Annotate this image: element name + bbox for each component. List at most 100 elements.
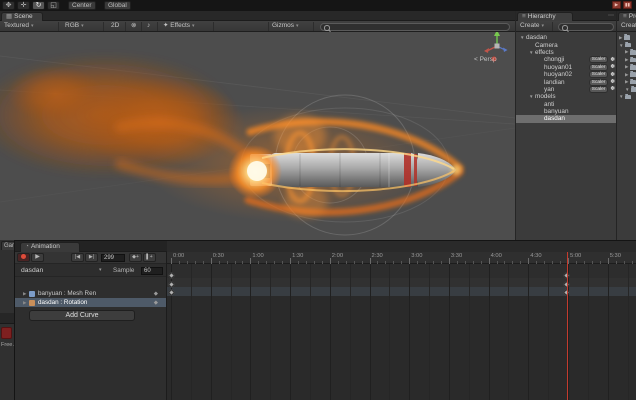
animation-left-column: ▶ |◀ ▶| 299 ◆+ ▌+ dasdan ▾ Sample 60 ▶ba…	[15, 252, 167, 400]
hierarchy-item-chongji[interactable]: chongjiScaler✽	[516, 56, 616, 63]
hierarchy-item-Camera[interactable]: Camera	[516, 41, 616, 48]
gizmos-dropdown[interactable]: Gizmos▾	[268, 22, 314, 31]
hierarchy-item-dasdan[interactable]: ▼dasdan	[516, 34, 616, 41]
hierarchy-item-banyuan[interactable]: banyuan	[516, 108, 616, 115]
animation-timeline[interactable]: 0:000:301:001:302:002:303:003:304:004:30…	[167, 241, 636, 400]
next-keyframe-button[interactable]: ▶|	[85, 253, 98, 262]
pivot-toggle-button[interactable]: Center	[68, 1, 96, 10]
add-keyframe-button[interactable]: ◆+	[129, 253, 142, 262]
hierarchy-search-input[interactable]	[558, 23, 614, 31]
hierarchy-tabstrip: ≡Hierarchy ⋯	[516, 11, 616, 21]
scene-search-input[interactable]	[320, 23, 510, 31]
hierarchy-item-anti[interactable]: anti	[516, 101, 616, 108]
scaler-badge[interactable]: Scaler	[589, 64, 609, 71]
grid-major-line	[250, 264, 251, 400]
2d-toggle-button[interactable]: 2D	[108, 22, 126, 31]
project-create-dropdown[interactable]: Create	[618, 22, 636, 31]
panel-menu-icon[interactable]: ⋯	[608, 12, 614, 19]
folder-icon	[630, 58, 636, 63]
foldout-icon[interactable]: ▶	[625, 72, 628, 78]
ruler-minor-tick	[346, 261, 347, 264]
ruler-label: 3:30	[451, 253, 462, 259]
frame-number-field[interactable]: 299	[101, 254, 125, 262]
scaler-badge[interactable]: Scaler	[589, 56, 609, 63]
sample-rate-field[interactable]: 60	[141, 267, 163, 275]
project-folder-row[interactable]: ▶	[619, 49, 636, 56]
ruler-minor-tick	[298, 261, 299, 264]
playhead[interactable]	[567, 252, 568, 400]
scaler-badge[interactable]: Scaler	[589, 86, 609, 93]
prev-keyframe-button[interactable]: |◀	[71, 253, 84, 262]
tab-animation[interactable]: ◔Animation	[20, 242, 80, 252]
anim-play-button[interactable]: ▶	[31, 253, 44, 262]
ruler-minor-tick	[195, 261, 196, 264]
tab-project[interactable]: ≡Project	[618, 12, 636, 21]
foldout-icon[interactable]: ▶	[625, 79, 628, 85]
scene-viewport[interactable]: < Persp	[0, 32, 515, 240]
foldout-icon[interactable]: ▼	[619, 43, 623, 48]
foldout-icon[interactable]: ▼	[625, 87, 629, 92]
tab-scene[interactable]: ▦Scene	[1, 12, 43, 21]
foldout-icon[interactable]: ▼	[619, 94, 623, 99]
space-toggle-button[interactable]: Global	[104, 1, 131, 10]
hierarchy-item-models[interactable]: ▼models	[516, 93, 616, 100]
tab-game[interactable]: Gam	[1, 241, 14, 250]
hierarchy-item-yan[interactable]: yanScaler✽	[516, 86, 616, 93]
hierarchy-item-label: dasdan	[544, 115, 565, 122]
keyframe-toggle-icon[interactable]: ◆	[154, 300, 158, 306]
play-button[interactable]: ▶	[612, 1, 621, 9]
foldout-icon[interactable]: ▶	[625, 57, 628, 63]
render-mode-dropdown[interactable]: RGB▾	[62, 22, 104, 31]
shading-mode-dropdown[interactable]: Textured▾	[1, 22, 59, 31]
foldout-icon[interactable]: ▶	[625, 49, 628, 55]
perspective-label[interactable]: < Persp	[474, 56, 497, 63]
scaler-badge[interactable]: Scaler	[589, 79, 609, 86]
add-event-button[interactable]: ▌+	[143, 253, 156, 262]
timeline-ruler[interactable]: 0:000:301:001:302:002:303:003:304:004:30…	[167, 252, 636, 264]
grid-major-line	[370, 264, 371, 400]
hierarchy-item-huoyan02[interactable]: huoyan02Scaler✽	[516, 71, 616, 78]
project-folder-row[interactable]: ▶	[619, 56, 636, 63]
folder-icon	[630, 50, 636, 55]
ruler-minor-tick	[497, 261, 498, 264]
chevron-down-icon[interactable]: ▾	[99, 267, 102, 273]
project-folder-row[interactable]: ▶	[619, 64, 636, 71]
hierarchy-item-landian[interactable]: landianScaler✽	[516, 78, 616, 85]
hierarchy-item-huoyan01[interactable]: huoyan01Scaler✽	[516, 64, 616, 71]
project-folder-row[interactable]: ▶	[619, 78, 636, 85]
lighting-toggle-icon[interactable]: ⊗	[128, 22, 142, 31]
effects-icon: ✦	[163, 22, 168, 29]
add-curve-button[interactable]: Add Curve	[29, 310, 135, 321]
aspect-dropdown[interactable]: Free A	[1, 342, 14, 348]
create-dropdown[interactable]: Create▾	[517, 22, 553, 31]
tab-hierarchy[interactable]: ≡Hierarchy	[517, 12, 573, 21]
effects-dropdown[interactable]: ✦ Effects▾	[160, 22, 214, 31]
project-folder-row[interactable]: ▼	[619, 86, 636, 93]
audio-toggle-icon[interactable]: ♪	[144, 22, 158, 31]
ruler-minor-tick	[457, 261, 458, 264]
keyframe-toggle-icon[interactable]: ◆	[154, 291, 158, 297]
hierarchy-panel: ≡Hierarchy ⋯ Create▾ ▼dasdanCamera▼effec…	[515, 11, 616, 240]
chevron-down-icon: ▾	[296, 23, 299, 29]
scale-tool-icon[interactable]: ◱	[47, 1, 60, 10]
rotate-tool-icon[interactable]: ↻	[32, 1, 45, 10]
foldout-icon[interactable]: ▶	[619, 35, 622, 41]
pause-button[interactable]: ▮▮	[623, 1, 632, 9]
foldout-icon[interactable]: ▶	[625, 64, 628, 70]
ruler-label: 4:30	[530, 253, 541, 259]
pan-tool-icon[interactable]: ✥	[2, 1, 15, 10]
record-button[interactable]	[17, 253, 30, 262]
ruler-minor-tick	[616, 261, 617, 264]
clip-dropdown[interactable]: dasdan	[21, 267, 43, 274]
particle-icon: ✽	[610, 64, 615, 70]
project-folder-row[interactable]: ▶	[619, 71, 636, 78]
hierarchy-item-dasdan[interactable]: dasdan	[516, 115, 616, 122]
scaler-badge[interactable]: Scaler	[589, 71, 609, 78]
project-folder-row[interactable]: ▼	[619, 41, 636, 48]
track-row-1[interactable]: ▶banyuan : Mesh Ren◆	[15, 289, 166, 298]
hierarchy-item-effects[interactable]: ▼effects	[516, 49, 616, 56]
move-tool-icon[interactable]: ✛	[17, 1, 30, 10]
track-row-2[interactable]: ▶dasdan : Rotation◆	[15, 298, 166, 307]
project-folder-row[interactable]: ▶	[619, 34, 636, 41]
project-folder-row[interactable]: ▼	[619, 93, 636, 100]
